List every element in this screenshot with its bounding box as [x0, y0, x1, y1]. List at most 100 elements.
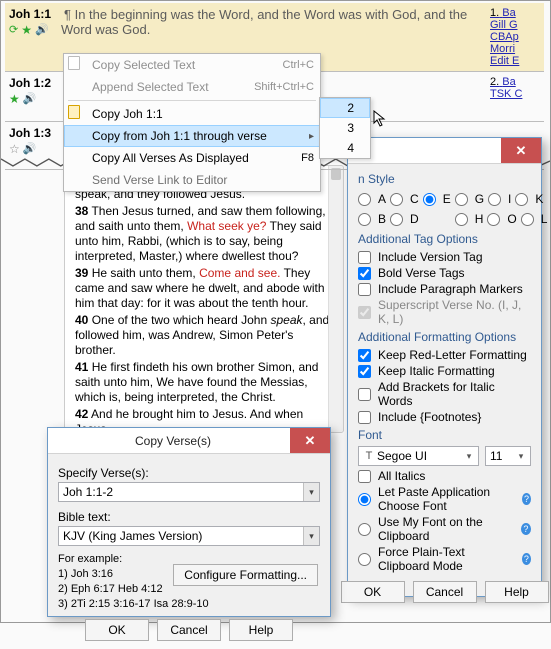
- verse-number: 42: [75, 407, 88, 421]
- radio-style-o[interactable]: [487, 213, 500, 226]
- help-button[interactable]: Help: [485, 581, 549, 603]
- check-all-italics[interactable]: [358, 470, 371, 483]
- close-icon: ✕: [516, 143, 527, 159]
- verse-number: 41: [75, 360, 88, 374]
- check-include-footnotes[interactable]: [358, 411, 371, 424]
- chevron-down-icon: ▾: [514, 451, 528, 462]
- dialog-titlebar[interactable]: Copy Verse(s) ✕: [48, 428, 330, 454]
- menu-separator: [68, 100, 316, 101]
- speaker-icon[interactable]: 🔊: [23, 142, 37, 155]
- chevron-down-icon[interactable]: ▾: [303, 483, 319, 501]
- refresh-icon[interactable]: ⟳: [9, 23, 18, 36]
- chevron-down-icon[interactable]: ▾: [303, 527, 319, 545]
- radio-style-g[interactable]: [455, 193, 468, 206]
- style-radio-row: A C E G I K: [358, 190, 531, 208]
- field-label: Specify Verse(s):: [58, 466, 320, 480]
- group-header: Additional Tag Options: [358, 232, 531, 246]
- radio-style-l[interactable]: [521, 213, 534, 226]
- check-include-para[interactable]: [358, 283, 371, 296]
- menu-item-copy-all[interactable]: Copy All Verses As Displayed F8: [64, 147, 320, 169]
- verse-text-pane: John 1:37 And the two disciples heard hi…: [64, 165, 344, 433]
- verse-number: 38: [75, 204, 88, 218]
- commentary-links: 1. Ba Gill G CBAp Morri Edit E: [486, 3, 544, 71]
- font-tt-icon: T: [363, 450, 375, 462]
- star-outline-icon[interactable]: ☆: [9, 143, 20, 155]
- copy-icon: [68, 56, 80, 70]
- copy-verses-dialog: Copy Verse(s) ✕ Specify Verse(s): Joh 1:…: [47, 427, 331, 617]
- italic-text: speak: [270, 313, 302, 327]
- speaker-icon[interactable]: 🔊: [23, 92, 37, 105]
- scroll-track[interactable]: [328, 166, 343, 432]
- menu-item-copy-selected[interactable]: Copy Selected Text Ctrl+C: [64, 54, 320, 76]
- submenu-item[interactable]: 3: [320, 118, 370, 138]
- radio-style-k[interactable]: [515, 193, 528, 206]
- radio-style-a[interactable]: [358, 193, 371, 206]
- chevron-right-icon: ▸: [309, 131, 314, 142]
- context-menu: Copy Selected Text Ctrl+C Append Selecte…: [63, 53, 321, 192]
- verse-reference: Joh 1:1: [9, 7, 57, 21]
- cancel-button[interactable]: Cancel: [413, 581, 477, 603]
- radio-use-my-font[interactable]: [358, 523, 371, 536]
- check-superscript-verseno: [358, 306, 371, 319]
- commentary-link[interactable]: 1. Ba: [490, 7, 544, 19]
- star-icon[interactable]: ★: [9, 93, 20, 105]
- menu-item-copy-joh11[interactable]: Copy Joh 1:1: [64, 103, 320, 125]
- check-include-version[interactable]: [358, 251, 371, 264]
- font-family-combo[interactable]: T Segoe UI ▾: [358, 446, 479, 466]
- bible-text-combo[interactable]: KJV (King James Version) ▾: [58, 526, 320, 546]
- group-header: n Style: [358, 172, 531, 186]
- red-letter-text: What seek ye?: [187, 219, 266, 233]
- ok-button[interactable]: OK: [341, 581, 405, 603]
- radio-style-d[interactable]: [390, 213, 403, 226]
- field-label: Bible text:: [58, 510, 320, 524]
- help-icon[interactable]: ?: [521, 523, 531, 535]
- menu-item-append-selected[interactable]: Append Selected Text Shift+Ctrl+C: [64, 76, 320, 98]
- copy-icon: [68, 105, 80, 119]
- close-button[interactable]: ✕: [501, 138, 541, 163]
- commentary-link[interactable]: Morri: [490, 43, 544, 55]
- check-keep-italic[interactable]: [358, 365, 371, 378]
- commentary-link[interactable]: TSK C: [490, 88, 544, 100]
- commentary-link[interactable]: Gill G: [490, 19, 544, 31]
- radio-style-b[interactable]: [358, 213, 371, 226]
- check-keep-red[interactable]: [358, 349, 371, 362]
- radio-let-paste[interactable]: [358, 493, 371, 506]
- formatting-options-dialog: ✕ n Style A C E G I K B D X H O L Additi…: [347, 137, 542, 597]
- submenu-item[interactable]: 2: [320, 98, 370, 118]
- speaker-icon[interactable]: 🔊: [35, 23, 49, 36]
- radio-force-plain[interactable]: [358, 553, 371, 566]
- check-add-brackets[interactable]: [358, 388, 371, 401]
- radio-style-i[interactable]: [488, 193, 501, 206]
- verse-reference: Joh 1:2: [9, 76, 57, 90]
- star-icon[interactable]: ★: [21, 24, 32, 36]
- context-submenu: 2 3 4: [319, 97, 371, 159]
- verse-number: 40: [75, 313, 88, 327]
- font-size-combo[interactable]: 11 ▾: [485, 446, 531, 466]
- group-header: Additional Formatting Options: [358, 330, 531, 344]
- verse-reference: Joh 1:3: [9, 126, 57, 140]
- check-bold-verse[interactable]: [358, 267, 371, 280]
- verse-number: 39: [75, 266, 88, 280]
- radio-style-c[interactable]: [390, 193, 403, 206]
- style-radio-row: B D X H O L: [358, 210, 531, 228]
- radio-style-h[interactable]: [455, 213, 468, 226]
- configure-formatting-button[interactable]: Configure Formatting...: [173, 564, 318, 586]
- red-letter-text: Come and see.: [199, 266, 280, 280]
- submenu-item[interactable]: 4: [320, 138, 370, 158]
- menu-item-send-verse-link[interactable]: Send Verse Link to Editor: [64, 169, 320, 191]
- group-header: Font: [358, 428, 531, 442]
- help-icon[interactable]: ?: [522, 553, 531, 565]
- menu-item-copy-through[interactable]: Copy from Joh 1:1 through verse ▸: [64, 125, 320, 147]
- commentary-link[interactable]: CBAp: [490, 31, 544, 43]
- specify-verses-input[interactable]: Joh 1:1-2 ▾: [58, 482, 320, 502]
- commentary-link[interactable]: Edit E: [490, 55, 544, 67]
- close-button[interactable]: ✕: [290, 428, 330, 453]
- chevron-down-icon: ▾: [462, 451, 476, 462]
- commentary-link[interactable]: 2. Ba: [490, 76, 544, 88]
- close-icon: ✕: [305, 433, 316, 449]
- radio-style-e[interactable]: [423, 193, 436, 206]
- help-icon[interactable]: ?: [522, 493, 531, 505]
- dialog-titlebar[interactable]: ✕: [348, 138, 541, 164]
- commentary-links: 2. Ba TSK C: [486, 72, 544, 121]
- dialog-title: Copy Verse(s): [56, 434, 290, 448]
